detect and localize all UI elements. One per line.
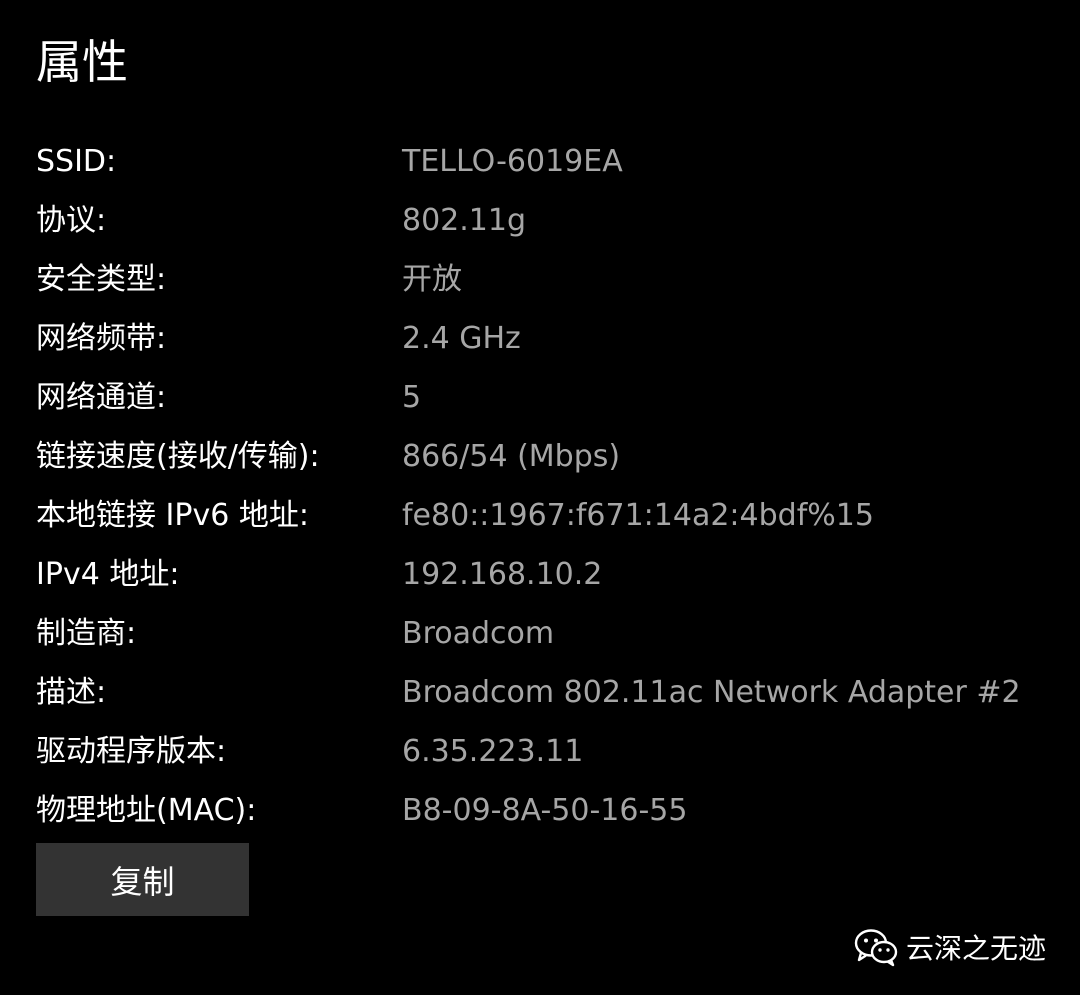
property-value: 6.35.223.11 [402,734,584,769]
property-label: 驱动程序版本: [36,734,227,769]
page-title: 属性 [36,35,128,89]
property-label: 协议: [36,203,107,238]
property-row-network-channel: 网络通道: 5 [36,368,1046,427]
property-value: 192.168.10.2 [402,557,603,592]
property-label: 本地链接 IPv6 地址: [36,498,309,533]
property-row-ipv6-address: 本地链接 IPv6 地址: fe80::1967:f671:14a2:4bdf%… [36,486,1046,545]
property-value: 802.11g [402,203,527,238]
property-row-ssid: SSID: TELLO-6019EA [36,132,1046,191]
property-value: 开放 [402,262,462,297]
property-row-protocol: 协议: 802.11g [36,191,1046,250]
copy-button[interactable]: 复制 [36,843,249,916]
property-row-network-band: 网络频带: 2.4 GHz [36,309,1046,368]
property-row-link-speed: 链接速度(接收/传输): 866/54 (Mbps) [36,427,1046,486]
property-row-description: 描述: Broadcom 802.11ac Network Adapter #2 [36,663,1046,722]
property-value: 2.4 GHz [402,321,521,356]
property-row-driver-version: 驱动程序版本: 6.35.223.11 [36,722,1046,781]
property-value: Broadcom 802.11ac Network Adapter #2 [402,675,1021,710]
wechat-icon [854,927,898,967]
property-row-mac-address: 物理地址(MAC): B8-09-8A-50-16-55 [36,781,1046,840]
property-value: Broadcom [402,616,555,651]
property-value: 5 [402,380,422,415]
property-label: IPv4 地址: [36,557,180,592]
property-row-ipv4-address: IPv4 地址: 192.168.10.2 [36,545,1046,604]
property-value: TELLO-6019EA [402,144,623,179]
property-label: 安全类型: [36,262,167,297]
property-value: B8-09-8A-50-16-55 [402,793,688,828]
property-label: 物理地址(MAC): [36,793,257,828]
property-value: fe80::1967:f671:14a2:4bdf%15 [402,498,874,533]
property-value: 866/54 (Mbps) [402,439,621,474]
watermark-text: 云深之无迹 [905,932,1046,965]
property-label: 描述: [36,675,107,710]
property-label: 制造商: [36,616,137,651]
property-label: SSID: [36,144,117,179]
property-label: 网络通道: [36,380,167,415]
property-label: 链接速度(接收/传输): [36,439,320,474]
properties-list: SSID: TELLO-6019EA 协议: 802.11g 安全类型: 开放 … [36,132,1046,840]
property-row-manufacturer: 制造商: Broadcom [36,604,1046,663]
watermark: 云深之无迹 [854,924,1046,970]
property-row-security-type: 安全类型: 开放 [36,250,1046,309]
property-label: 网络频带: [36,321,167,356]
